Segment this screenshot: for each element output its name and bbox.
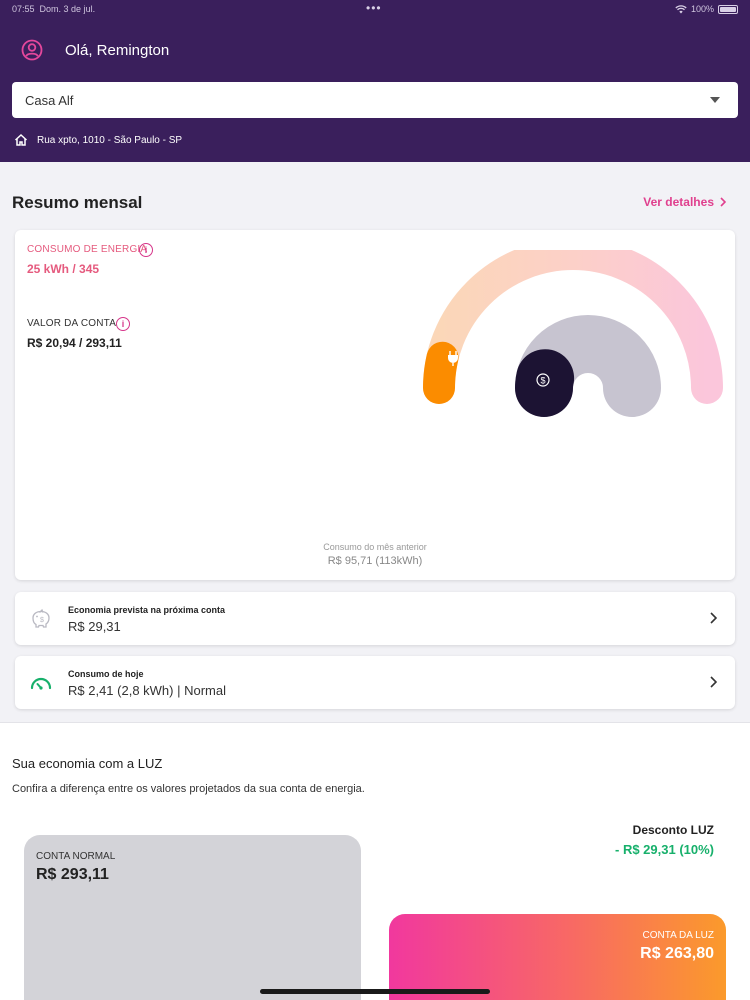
home-indicator[interactable] xyxy=(260,989,490,994)
bill-value: R$ 20,94 / 293,11 xyxy=(27,336,122,350)
bill-info-icon[interactable]: i xyxy=(116,317,130,331)
piggy-bank-icon: $ xyxy=(32,608,50,628)
row-title: Economia prevista na próxima conta xyxy=(68,605,226,615)
status-bar: 07:55 Dom. 3 de jul. ••• 100% xyxy=(0,0,750,18)
chevron-right-icon xyxy=(720,197,726,207)
economy-subtitle: Confira a diferença entre os valores pro… xyxy=(12,783,365,795)
battery-icon xyxy=(718,4,738,14)
status-time: 07:55 Dom. 3 de jul. xyxy=(12,4,96,14)
wifi-icon xyxy=(675,4,687,13)
user-profile-icon[interactable] xyxy=(21,39,43,61)
economy-title: Sua economia com a LUZ xyxy=(12,756,163,771)
details-link-label: Ver detalhes xyxy=(643,195,714,209)
dropdown-caret-icon xyxy=(710,97,720,103)
consumption-gauge: $ xyxy=(423,250,723,417)
energy-label: CONSUMO DE ENERGIA xyxy=(27,244,148,255)
predicted-savings-row[interactable]: $ Economia prevista na próxima conta R$ … xyxy=(15,592,735,645)
chevron-right-icon xyxy=(710,676,717,688)
luz-bill-value: R$ 263,80 xyxy=(640,945,714,962)
app-header: 07:55 Dom. 3 de jul. ••• 100% Olá, Remin… xyxy=(0,0,750,162)
previous-month-label: Consumo do mês anterior xyxy=(323,542,427,552)
property-select[interactable]: Casa Alf xyxy=(12,82,738,118)
normal-bill-value: R$ 293,11 xyxy=(36,866,109,883)
address-text: Rua xpto, 1010 - São Paulo - SP xyxy=(37,135,183,146)
section-title: Resumo mensal xyxy=(12,193,143,212)
status-right: 100% xyxy=(675,4,738,14)
property-select-value: Casa Alf xyxy=(25,93,74,108)
svg-text:$: $ xyxy=(40,617,44,624)
multitask-dots-icon[interactable]: ••• xyxy=(366,1,382,15)
row-value: R$ 2,41 (2,8 kWh) | Normal xyxy=(68,683,226,698)
monthly-summary-card: CONSUMO DE ENERGIA i 25 kWh / 345 VALOR … xyxy=(15,230,735,580)
row-value: R$ 29,31 xyxy=(68,619,121,634)
battery-percent: 100% xyxy=(690,4,714,14)
normal-bill-bar: CONTA NORMAL R$ 293,11 xyxy=(24,835,361,1000)
energy-info-icon[interactable]: i xyxy=(139,243,153,257)
gauge-energy-progress xyxy=(423,341,459,404)
bill-label: VALOR DA CONTA xyxy=(27,318,117,329)
previous-month-value: R$ 95,71 (113kWh) xyxy=(327,555,423,567)
energy-value: 25 kWh / 345 xyxy=(27,262,100,276)
svg-text:$: $ xyxy=(540,376,545,386)
luz-bill-label: CONTA DA LUZ xyxy=(642,930,715,941)
speedometer-icon xyxy=(30,677,52,690)
discount-label: Desconto LUZ xyxy=(632,823,714,837)
greeting-text: Olá, Remington xyxy=(65,42,170,59)
normal-bill-label: CONTA NORMAL xyxy=(36,851,116,862)
chevron-right-icon xyxy=(710,612,717,624)
home-icon xyxy=(14,133,28,146)
row-title: Consumo de hoje xyxy=(68,669,144,679)
discount-value: - R$ 29,31 (10%) xyxy=(615,842,714,857)
luz-bill-bar: CONTA DA LUZ R$ 263,80 xyxy=(389,914,726,1000)
today-consumption-row[interactable]: Consumo de hoje R$ 2,41 (2,8 kWh) | Norm… xyxy=(15,656,735,709)
details-link[interactable]: Ver detalhes xyxy=(643,195,726,209)
